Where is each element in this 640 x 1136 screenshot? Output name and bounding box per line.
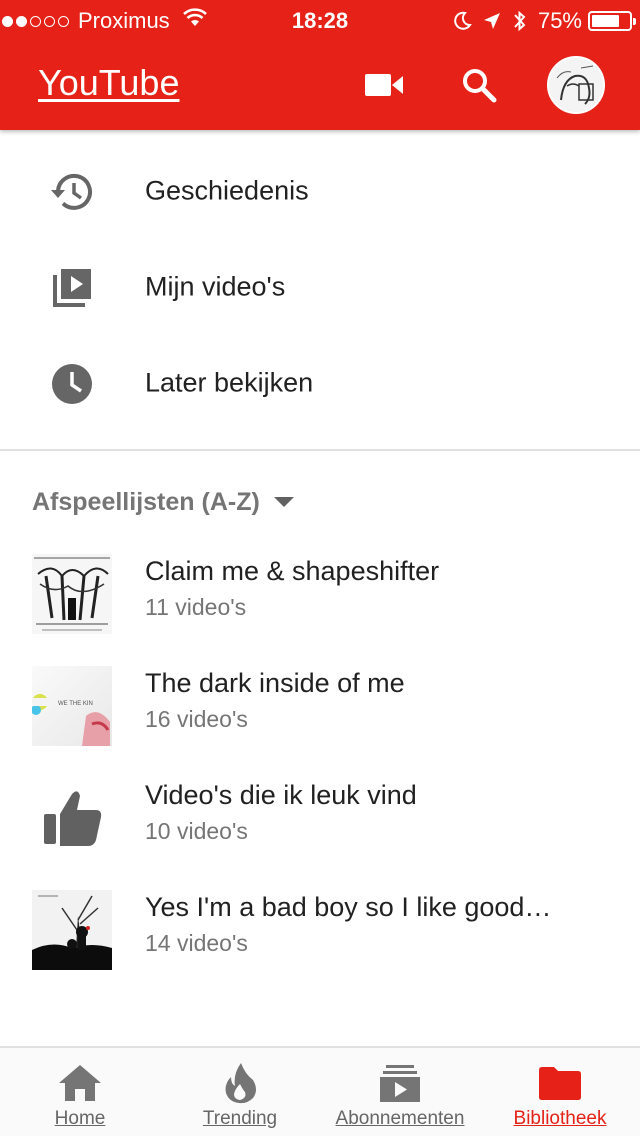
nav-label: Bibliotheek (513, 1108, 607, 1129)
playlist-item[interactable]: WE THE KIN The dark inside of me 16 vide… (0, 666, 640, 778)
upload-video-button[interactable] (359, 60, 409, 110)
bottom-navigation: Home Trending Abonnementen Bibliotheek (0, 1046, 640, 1136)
account-avatar[interactable] (547, 56, 605, 114)
playlist-item[interactable]: Claim me & shapeshifter 11 video's (0, 554, 640, 666)
battery-percent: 75% (537, 8, 582, 33)
menu-item-label: Later bekijken (145, 367, 314, 398)
status-bar: Proximus 18:28 75% (0, 0, 640, 40)
menu-item-label: Mijn video's (145, 271, 286, 302)
nav-tab-library[interactable]: Bibliotheek (480, 1048, 640, 1136)
playlist-title: Yes I'm a bad boy so I like good… (145, 892, 552, 922)
playlist-title: Claim me & shapeshifter (145, 556, 440, 586)
playlist-title: Video's die ik leuk vind (145, 780, 417, 810)
app-title[interactable]: YouTube (38, 62, 179, 104)
flame-icon (160, 1060, 320, 1106)
header: Proximus 18:28 75% YouTube (0, 0, 640, 130)
thumbs-up-icon (32, 778, 112, 858)
my-videos-icon (48, 264, 96, 312)
location-arrow-icon (483, 13, 500, 29)
dark-silhouette-thumbnail (32, 890, 112, 970)
nav-label: Trending (202, 1108, 278, 1129)
playlists-header: Afspeellijsten (A-Z) (32, 487, 260, 516)
playlist-count: 10 video's (145, 818, 248, 844)
watch-later-icon (48, 360, 96, 408)
playlist-count: 14 video's (145, 930, 248, 956)
home-icon (0, 1060, 160, 1106)
subscriptions-icon (320, 1060, 480, 1106)
search-button[interactable] (454, 60, 504, 110)
search-icon (463, 69, 497, 103)
nav-label: Home (54, 1108, 106, 1129)
nav-tab-subscriptions[interactable]: Abonnementen (320, 1048, 480, 1136)
history-icon (48, 168, 96, 216)
battery-icon (588, 11, 636, 31)
colorful-thumbnail: WE THE KIN (32, 666, 112, 746)
sketch-tree-thumbnail (32, 554, 112, 634)
section-divider (0, 449, 640, 451)
library-menu: Geschiedenis Mijn video's Later bekijken (0, 130, 640, 418)
menu-item-watch-later[interactable]: Later bekijken (0, 338, 640, 434)
playlist-item[interactable]: Yes I'm a bad boy so I like good… 14 vid… (0, 890, 640, 1002)
folder-icon (480, 1060, 640, 1106)
nav-tab-home[interactable]: Home (0, 1048, 160, 1136)
menu-item-history[interactable]: Geschiedenis (0, 146, 640, 242)
playlist-title: The dark inside of me (145, 668, 405, 698)
nav-tab-trending[interactable]: Trending (160, 1048, 320, 1136)
app-bar: YouTube (0, 40, 640, 130)
nav-label: Abonnementen (335, 1108, 465, 1129)
thumbnail-text: WE THE KIN (58, 701, 93, 707)
menu-item-my-videos[interactable]: Mijn video's (0, 242, 640, 338)
caret-down-icon (273, 497, 294, 507)
bluetooth-icon (514, 10, 526, 32)
menu-item-label: Geschiedenis (145, 175, 309, 206)
playlist-count: 16 video's (145, 706, 248, 732)
moon-icon (454, 11, 472, 30)
playlist-count: 11 video's (145, 594, 247, 620)
video-camera-icon (365, 74, 403, 96)
playlist-item[interactable]: Video's die ik leuk vind 10 video's (0, 778, 640, 890)
playlists-sort-dropdown[interactable]: Afspeellijsten (A-Z) (32, 485, 294, 519)
